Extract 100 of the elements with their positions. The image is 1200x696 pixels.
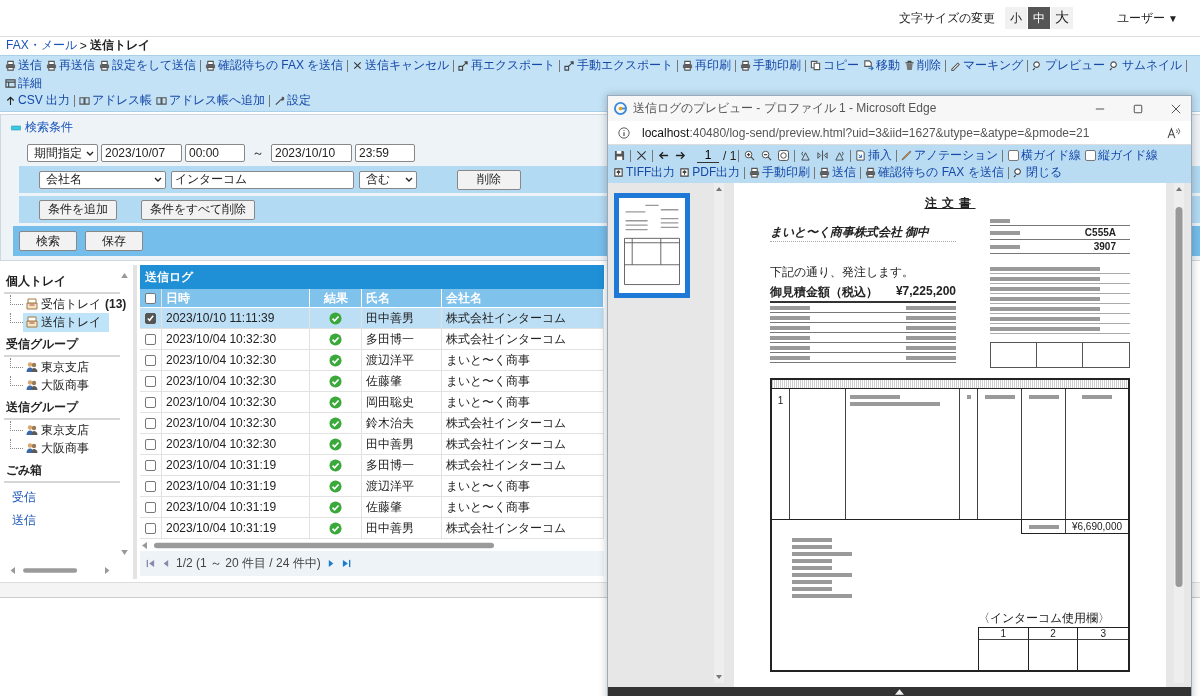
toolbar-button[interactable]: 手動印刷 — [738, 57, 804, 74]
info-icon[interactable] — [618, 126, 630, 139]
toolbar-button[interactable]: TIFF出力 — [611, 164, 678, 181]
tree-link[interactable]: 送信 — [12, 512, 36, 529]
table-row[interactable]: 2023/10/04 10:31:19 渡辺洋平 まいと〜く商事 — [140, 476, 604, 497]
toolbar-button[interactable]: コピー — [808, 57, 862, 74]
row-checkbox[interactable] — [145, 501, 156, 513]
font-size-button[interactable]: 中 — [1028, 7, 1051, 29]
toolbar-button[interactable]: 削除 — [902, 57, 944, 74]
vertical-scrollbar[interactable] — [1174, 183, 1184, 683]
toolbar-button[interactable]: 閉じる — [1010, 164, 1064, 181]
toolbar-button[interactable]: 移動 — [861, 57, 903, 74]
page-number-field[interactable]: 1 — [697, 148, 719, 163]
table-row[interactable]: 2023/10/04 10:31:19 佐藤肇 まいと〜く商事 — [140, 497, 604, 518]
first-page-icon[interactable] — [146, 559, 155, 568]
table-row[interactable]: 2023/10/04 10:32:30 多田博一 株式会社インターコム — [140, 329, 604, 350]
row-checkbox[interactable] — [145, 522, 156, 534]
table-row[interactable]: 2023/10/04 10:31:19 多田博一 株式会社インターコム — [140, 455, 604, 476]
tree-item[interactable]: 送信トレイ — [23, 312, 109, 332]
close-icon[interactable] — [1171, 103, 1181, 114]
close-icon[interactable] — [636, 150, 647, 161]
field-dropdown[interactable]: 会社名 — [39, 170, 166, 189]
maximize-icon[interactable] — [1133, 103, 1143, 114]
toolbar-button[interactable]: 手動印刷 — [747, 164, 813, 181]
toolbar-button[interactable]: 確認待ちの FAX を送信 — [203, 57, 346, 74]
next-page-icon[interactable] — [326, 559, 336, 568]
clear-conditions-button[interactable]: 条件をすべて削除 — [141, 199, 255, 220]
annotation-button[interactable]: アノテーション — [899, 147, 1001, 164]
tree-section-title[interactable]: 送信グループ — [4, 397, 120, 420]
tree-item[interactable]: 東京支店 — [23, 420, 92, 440]
toolbar-button[interactable]: 送信 — [3, 57, 44, 74]
table-row[interactable]: 2023/10/04 10:31:19 田中善男 株式会社インターコム — [140, 518, 604, 539]
toolbar-button[interactable]: サムネイル — [1107, 57, 1185, 74]
save-icon[interactable] — [614, 150, 625, 161]
tree-item[interactable]: 東京支店 — [23, 357, 92, 377]
toolbar-button[interactable]: マーキング — [948, 57, 1026, 74]
table-row[interactable]: 2023/10/10 11:11:39 田中善男 株式会社インターコム — [140, 308, 604, 329]
table-row[interactable]: 2023/10/04 10:32:30 渡辺洋平 まいと〜く商事 — [140, 350, 604, 371]
period-dropdown[interactable]: 期間指定 — [27, 144, 98, 162]
row-checkbox[interactable] — [145, 396, 156, 408]
date-field[interactable]: 2023/10/10 — [271, 144, 352, 162]
row-checkbox[interactable] — [145, 438, 156, 450]
forward-arrow-icon[interactable] — [675, 150, 686, 161]
keyword-field[interactable]: インターコム — [171, 170, 354, 189]
toolbar-button[interactable]: PDF出力 — [677, 164, 743, 181]
read-aloud-icon[interactable] — [1167, 126, 1181, 139]
font-size-button[interactable]: 大 — [1051, 7, 1074, 29]
guide-checkbox[interactable] — [1085, 150, 1097, 161]
checkbox-label[interactable]: 縦ガイド線 — [1098, 147, 1159, 164]
toolbar-button[interactable]: 手動エクスポート — [562, 57, 676, 74]
tree-section-title[interactable]: ごみ箱 — [4, 460, 120, 483]
row-checkbox[interactable] — [145, 480, 156, 492]
zoom-out-icon[interactable] — [761, 150, 773, 161]
search-button[interactable]: 検索 — [19, 231, 77, 251]
horizontal-scrollbar[interactable] — [8, 566, 112, 575]
font-size-button[interactable]: 小 — [1005, 7, 1028, 29]
scroll-up-icon[interactable] — [121, 273, 128, 278]
save-button[interactable]: 保存 — [85, 231, 143, 251]
checkbox-label[interactable]: 横ガイド線 — [1021, 147, 1082, 164]
tree-section-title[interactable]: 受信グループ — [4, 334, 120, 357]
flip-icon[interactable] — [817, 150, 829, 161]
scroll-down-icon[interactable] — [121, 550, 128, 555]
zoom-in-icon[interactable] — [744, 150, 756, 161]
toolbar-button[interactable]: 送信 — [817, 164, 859, 181]
toolbar-button[interactable]: 設定 — [272, 92, 313, 109]
row-checkbox[interactable] — [145, 333, 156, 345]
tree-item[interactable]: 受信トレイ (13) — [23, 294, 130, 314]
guide-checkbox[interactable] — [1008, 150, 1020, 161]
add-condition-button[interactable]: 条件を追加 — [39, 199, 117, 220]
toolbar-button[interactable]: 送信キャンセル — [350, 57, 452, 74]
tree-link[interactable]: 受信 — [12, 489, 36, 506]
toolbar-button[interactable]: アドレス帳 — [77, 92, 154, 109]
user-menu[interactable]: ユーザー ▼ — [1117, 9, 1178, 27]
last-page-icon[interactable] — [341, 559, 351, 568]
tree-item[interactable]: 大阪商事 — [23, 375, 92, 395]
toolbar-button[interactable]: アドレス帳へ追加 — [154, 92, 267, 109]
tree-item[interactable]: 大阪商事 — [23, 438, 92, 458]
toolbar-button[interactable]: 設定をして送信 — [97, 57, 198, 74]
toolbar-button[interactable]: プレビュー — [1030, 57, 1108, 74]
back-arrow-icon[interactable] — [658, 150, 669, 161]
row-checkbox[interactable] — [145, 375, 156, 387]
toolbar-button[interactable]: CSV 出力 — [3, 92, 72, 109]
table-row[interactable]: 2023/10/04 10:32:30 佐藤肇 まいと〜く商事 — [140, 371, 604, 392]
row-checkbox[interactable] — [145, 459, 156, 471]
date-field[interactable]: 2023/10/07 — [101, 144, 182, 162]
previous-page-icon[interactable] — [161, 559, 170, 568]
toolbar-button[interactable]: 再送信 — [44, 57, 97, 74]
search-conditions-toggle[interactable]: 検索条件 — [25, 119, 73, 136]
address-bar[interactable]: localhost:40480/log-send/preview.html?uid=3&iid=1627&utype=&atype=&pmode=21 — [642, 125, 1155, 140]
fit-page-icon[interactable] — [778, 150, 790, 161]
breadcrumb-link[interactable]: FAX・メール — [6, 37, 77, 54]
table-row[interactable]: 2023/10/04 10:32:30 岡田聡史 まいと〜く商事 — [140, 392, 604, 413]
row-checkbox[interactable] — [145, 312, 156, 324]
tree-section-title[interactable]: 個人トレイ — [4, 271, 120, 294]
toolbar-button[interactable]: 再印刷 — [680, 57, 734, 74]
vertical-scrollbar[interactable] — [714, 183, 724, 683]
table-row[interactable]: 2023/10/04 10:32:30 田中善男 株式会社インターコム — [140, 434, 604, 455]
toolbar-button[interactable]: 再エクスポート — [456, 57, 558, 74]
row-checkbox[interactable] — [145, 354, 156, 366]
insert-button[interactable]: 挿入 — [853, 147, 895, 164]
